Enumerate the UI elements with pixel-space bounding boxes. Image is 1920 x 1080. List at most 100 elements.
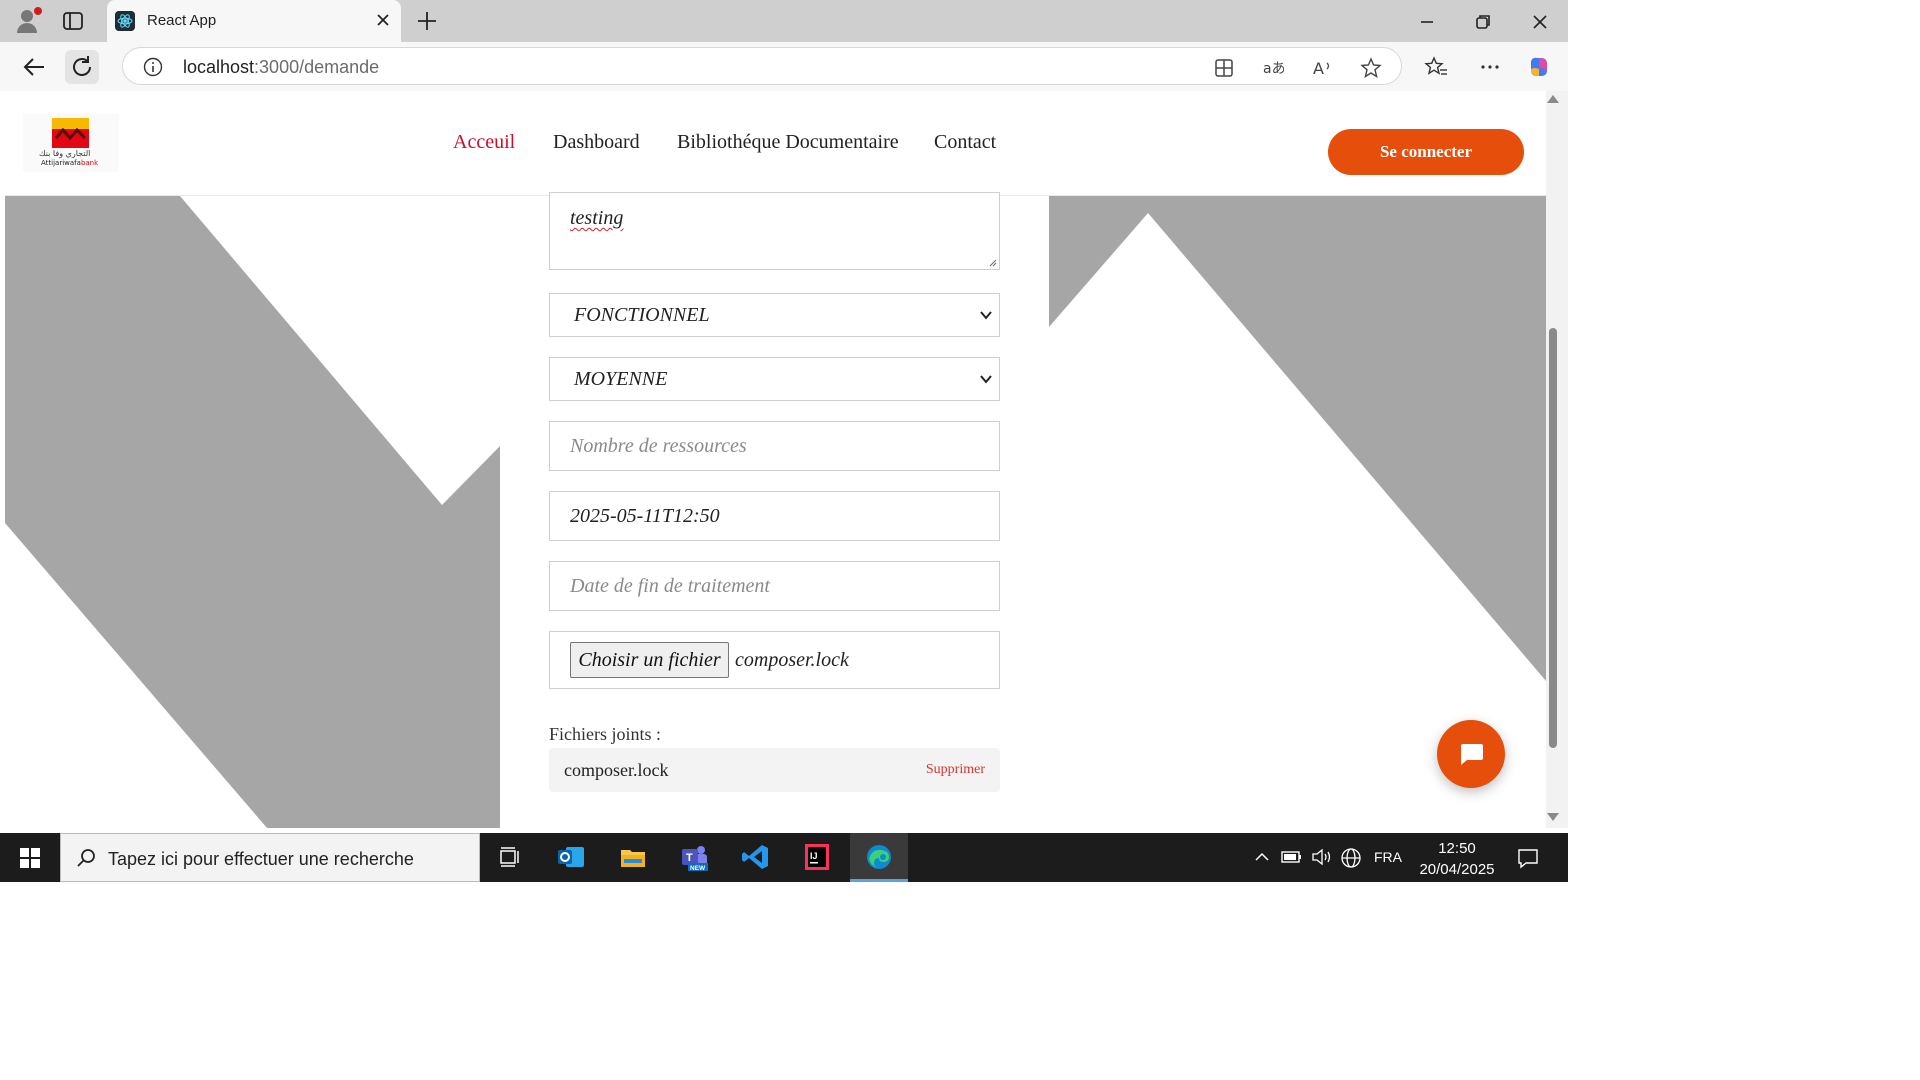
task-view-icon bbox=[500, 847, 519, 867]
edge-app[interactable] bbox=[850, 833, 908, 882]
volume-icon[interactable] bbox=[1311, 848, 1333, 866]
logo-brand-suffix: bank bbox=[80, 159, 99, 167]
chat-bubble-icon bbox=[1461, 744, 1483, 765]
windows-taskbar: Tapez ici pour effectuer une recherche T bbox=[0, 833, 1568, 882]
resize-grip-icon[interactable] bbox=[989, 259, 997, 267]
react-favicon-icon bbox=[115, 11, 135, 31]
remove-attachment-button[interactable]: Supprimer bbox=[926, 762, 985, 778]
chat-button[interactable] bbox=[1437, 720, 1505, 788]
attijariwafa-logo[interactable]: التجاري وفا بنك Attijariwafabank bbox=[23, 114, 119, 172]
folder-icon bbox=[621, 850, 645, 867]
restore-icon[interactable] bbox=[1471, 10, 1495, 34]
read-aloud-icon[interactable]: A bbox=[1312, 57, 1334, 79]
chosen-file-name: composer.lock bbox=[735, 649, 849, 671]
priority-select[interactable]: MOYENNE bbox=[549, 357, 1000, 401]
battery-icon[interactable] bbox=[1281, 848, 1303, 866]
priority-selected-value: MOYENNE bbox=[574, 368, 668, 390]
close-tab-icon[interactable] bbox=[373, 10, 393, 30]
nav-link-bibliotheque[interactable]: Bibliothéque Documentaire bbox=[677, 131, 899, 154]
clock-time: 12:50 bbox=[1438, 840, 1476, 857]
svg-text:IJ: IJ bbox=[810, 851, 818, 861]
end-date-placeholder: Date de fin de traitement bbox=[570, 575, 770, 597]
resources-placeholder: Nombre de ressources bbox=[570, 435, 747, 457]
resources-input[interactable]: Nombre de ressources bbox=[549, 421, 1000, 471]
login-button[interactable]: Se connecter bbox=[1328, 129, 1524, 175]
scroll-down-arrow-icon[interactable] bbox=[1547, 813, 1559, 821]
scrollbar-thumb[interactable] bbox=[1549, 328, 1557, 748]
taskbar-clock[interactable]: 12:50 20/04/2025 bbox=[1412, 838, 1502, 880]
clock-date: 20/04/2025 bbox=[1419, 861, 1495, 878]
more-options-icon[interactable] bbox=[1478, 55, 1502, 79]
attachment-name: composer.lock bbox=[564, 760, 669, 780]
reload-button[interactable] bbox=[65, 50, 99, 84]
browser-tab-bar: React App bbox=[0, 0, 1568, 42]
profile-icon[interactable] bbox=[14, 7, 42, 33]
demande-form: testing FONCTIONNEL MOYENNE Nombre de re… bbox=[500, 192, 1049, 828]
edge-icon bbox=[867, 845, 891, 869]
end-date-input[interactable]: Date de fin de traitement bbox=[549, 561, 1000, 611]
type-selected-value: FONCTIONNEL bbox=[574, 304, 710, 326]
description-value: testing bbox=[570, 207, 624, 229]
url-path: :3000/demande bbox=[254, 57, 380, 77]
chevron-down-icon bbox=[980, 375, 992, 384]
attached-files-label: Fichiers joints : bbox=[549, 724, 661, 744]
back-icon[interactable] bbox=[17, 50, 51, 84]
windows-start-icon[interactable] bbox=[20, 848, 40, 868]
svg-text:A: A bbox=[1313, 59, 1324, 78]
new-tab-icon[interactable] bbox=[415, 9, 439, 33]
page-scrollbar[interactable] bbox=[1546, 91, 1568, 828]
taskbar-search-placeholder: Tapez ici pour effectuer une recherche bbox=[108, 849, 414, 869]
nav-link-dashboard[interactable]: Dashboard bbox=[553, 131, 640, 154]
outlook-icon bbox=[558, 847, 584, 867]
svg-text:NEW: NEW bbox=[690, 865, 706, 871]
scroll-up-arrow-icon[interactable] bbox=[1547, 95, 1559, 103]
site-info-icon[interactable] bbox=[143, 57, 163, 77]
copilot-icon[interactable] bbox=[1527, 55, 1551, 79]
logo-arabic-text: التجاري وفا بنك bbox=[39, 149, 91, 158]
description-textarea[interactable]: testing bbox=[549, 192, 1000, 270]
favorites-icon[interactable] bbox=[1424, 55, 1448, 79]
page-viewport: التجاري وفا بنك Attijariwafabank Acceuil… bbox=[5, 91, 1546, 828]
nav-link-contact[interactable]: Contact bbox=[934, 131, 996, 154]
browser-address-bar: localhost:3000/demande aあ A bbox=[0, 42, 1568, 91]
network-globe-icon[interactable] bbox=[1340, 847, 1362, 869]
app-available-icon[interactable] bbox=[1213, 57, 1235, 79]
close-window-icon[interactable] bbox=[1528, 10, 1552, 34]
minimize-icon[interactable] bbox=[1415, 10, 1439, 34]
reload-icon bbox=[73, 56, 91, 76]
search-icon bbox=[77, 849, 95, 867]
favorite-star-icon[interactable] bbox=[1360, 57, 1382, 79]
tab-actions-icon[interactable] bbox=[62, 10, 84, 32]
vscode-app[interactable] bbox=[727, 833, 785, 882]
start-date-input[interactable]: 2025-05-11T12:50 bbox=[549, 491, 1000, 541]
url-text: localhost:3000/demande bbox=[183, 57, 379, 78]
file-input: Choisir un fichier composer.lock bbox=[549, 631, 1000, 689]
choose-file-button[interactable]: Choisir un fichier bbox=[570, 642, 729, 678]
file-explorer-app[interactable] bbox=[604, 833, 662, 882]
url-bar[interactable]: localhost:3000/demande aあ A bbox=[122, 47, 1402, 85]
svg-text:aあ: aあ bbox=[1263, 61, 1284, 77]
browser-tab[interactable]: React App bbox=[107, 0, 401, 42]
teams-app[interactable]: T NEW bbox=[665, 833, 723, 882]
teams-icon: T NEW bbox=[682, 846, 708, 871]
show-hidden-icons-icon[interactable] bbox=[1253, 849, 1271, 865]
intellij-icon: IJ bbox=[805, 844, 829, 870]
attachment-item: composer.lock Supprimer bbox=[549, 748, 1000, 792]
translate-icon[interactable]: aあ bbox=[1262, 57, 1284, 79]
nav-link-acceuil[interactable]: Acceuil bbox=[453, 131, 515, 154]
input-language[interactable]: FRA bbox=[1374, 849, 1402, 898]
logo-brand-text: Attijariwafabank bbox=[41, 159, 98, 167]
taskbar-search-input[interactable]: Tapez ici pour effectuer une recherche bbox=[60, 833, 480, 882]
logo-mark-icon bbox=[52, 118, 89, 148]
site-header: التجاري وفا بنك Attijariwafabank Acceuil… bbox=[5, 91, 1546, 196]
intellij-app[interactable]: IJ bbox=[788, 833, 846, 882]
notifications-icon[interactable] bbox=[1516, 847, 1540, 869]
task-view-button[interactable] bbox=[481, 833, 539, 882]
vscode-icon bbox=[742, 845, 768, 869]
outlook-app[interactable] bbox=[542, 833, 600, 882]
chevron-down-icon bbox=[980, 311, 992, 320]
type-select[interactable]: FONCTIONNEL bbox=[549, 293, 1000, 337]
tab-title: React App bbox=[147, 12, 217, 29]
url-host: localhost bbox=[183, 57, 255, 77]
svg-text:T: T bbox=[686, 852, 693, 864]
